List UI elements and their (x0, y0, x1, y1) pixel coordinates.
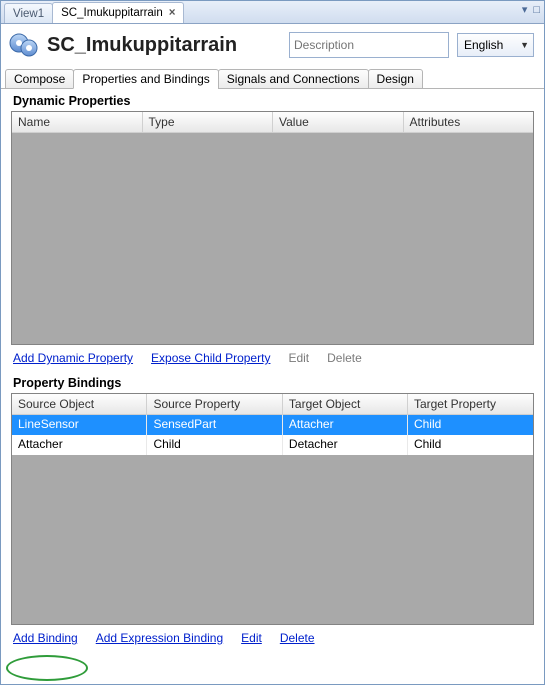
tab-properties-bindings[interactable]: Properties and Bindings (73, 69, 218, 89)
cell: Child (408, 415, 533, 435)
pin-icon[interactable]: ▾ (522, 3, 528, 16)
dynprops-header: Name Type Value Attributes (12, 112, 533, 133)
description-input[interactable] (289, 32, 449, 58)
col-type[interactable]: Type (143, 112, 274, 132)
cell: Child (147, 435, 282, 455)
cell: Attacher (283, 415, 408, 435)
cell: Child (408, 435, 533, 455)
property-bindings-grid[interactable]: Source Object Source Property Target Obj… (11, 393, 534, 625)
bindings-body: LineSensorSensedPartAttacherChildAttache… (12, 415, 533, 624)
window-tab-component[interactable]: SC_Imukuppitarrain × (52, 2, 184, 23)
property-bindings-title: Property Bindings (1, 371, 544, 393)
delete-dynprop-link: Delete (327, 351, 362, 365)
dynamic-properties-grid[interactable]: Name Type Value Attributes (11, 111, 534, 345)
highlight-annotation (6, 655, 88, 681)
dynamic-properties-title: Dynamic Properties (1, 89, 544, 111)
window-tabstrip: View1 SC_Imukuppitarrain × ▾ □ (1, 1, 544, 24)
col-target-property[interactable]: Target Property (408, 394, 533, 414)
cell: LineSensor (12, 415, 147, 435)
page-title: SC_Imukuppitarrain (47, 34, 281, 57)
col-source-property[interactable]: Source Property (147, 394, 282, 414)
col-source-object[interactable]: Source Object (12, 394, 147, 414)
bindings-actions: Add Binding Add Expression Binding Edit … (1, 625, 544, 651)
table-row[interactable]: LineSensorSensedPartAttacherChild (12, 415, 533, 435)
component-icon (9, 30, 39, 60)
tab-design[interactable]: Design (368, 69, 423, 89)
expose-child-property-link[interactable]: Expose Child Property (151, 351, 270, 365)
col-value[interactable]: Value (273, 112, 404, 132)
tab-label: SC_Imukuppitarrain (61, 7, 163, 19)
close-icon[interactable]: × (169, 7, 176, 19)
tab-label: View1 (13, 8, 44, 20)
language-label: English (464, 38, 503, 52)
col-name[interactable]: Name (12, 112, 143, 132)
col-target-object[interactable]: Target Object (283, 394, 408, 414)
chevron-down-icon: ▼ (520, 40, 529, 50)
edit-binding-link[interactable]: Edit (241, 631, 262, 645)
delete-binding-link[interactable]: Delete (280, 631, 315, 645)
maximize-icon[interactable]: □ (533, 4, 540, 16)
col-attributes[interactable]: Attributes (404, 112, 534, 132)
subtabs: Compose Properties and Bindings Signals … (1, 66, 544, 89)
dynprops-body (12, 133, 533, 344)
add-dynamic-property-link[interactable]: Add Dynamic Property (13, 351, 133, 365)
edit-dynprop-link: Edit (288, 351, 309, 365)
cell: SensedPart (147, 415, 282, 435)
cell: Detacher (283, 435, 408, 455)
table-row[interactable]: AttacherChildDetacherChild (12, 435, 533, 455)
cell: Attacher (12, 435, 147, 455)
window-tab-view1[interactable]: View1 (4, 3, 53, 23)
bindings-header: Source Object Source Property Target Obj… (12, 394, 533, 415)
add-binding-link[interactable]: Add Binding (13, 631, 78, 645)
component-header: SC_Imukuppitarrain English ▼ (1, 24, 544, 66)
tab-signals-connections[interactable]: Signals and Connections (218, 69, 369, 89)
tab-compose[interactable]: Compose (5, 69, 74, 89)
language-select[interactable]: English ▼ (457, 33, 534, 57)
dynprops-actions: Add Dynamic Property Expose Child Proper… (1, 345, 544, 371)
add-expression-binding-link[interactable]: Add Expression Binding (96, 631, 223, 645)
